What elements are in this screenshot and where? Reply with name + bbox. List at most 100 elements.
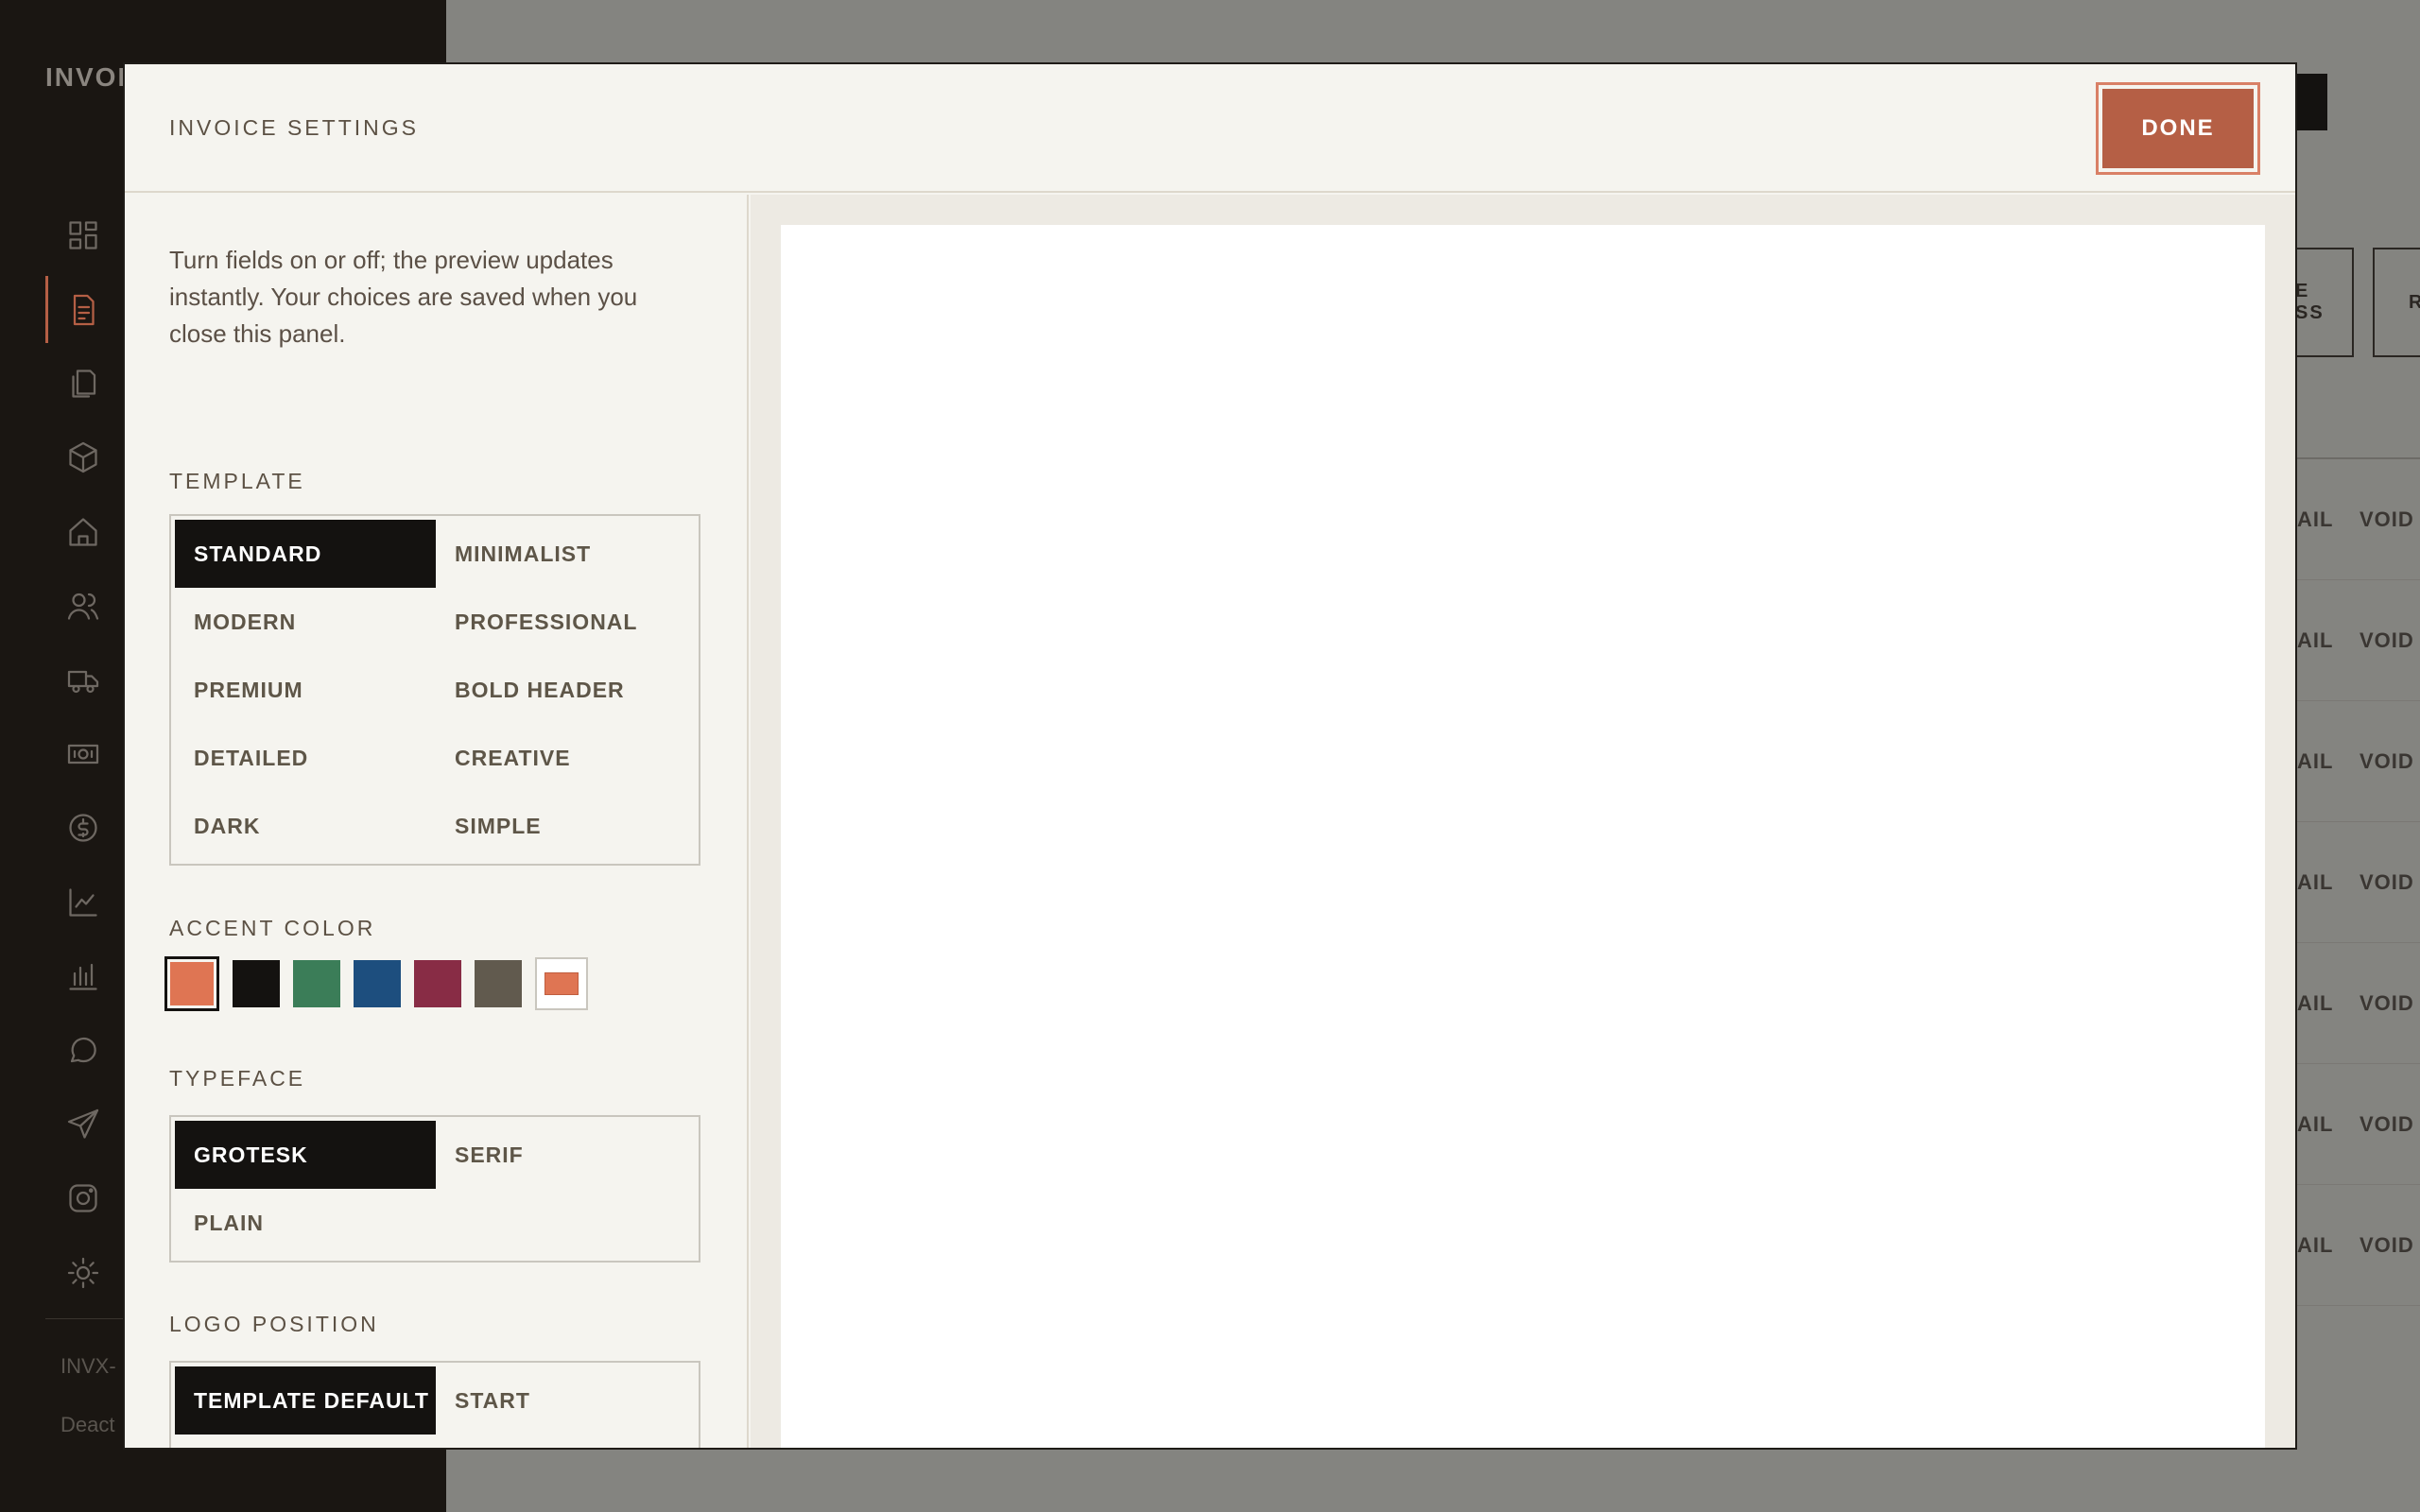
dashboard-icon <box>69 221 97 249</box>
sidebar-item-users[interactable] <box>45 569 121 643</box>
table-row: AIL VOID <box>2297 822 2420 943</box>
template-option-detailed[interactable]: DETAILED <box>175 724 436 792</box>
accent-swatch[interactable] <box>354 960 401 1007</box>
accent-color-swatches <box>164 956 588 1011</box>
accent-swatch[interactable] <box>233 960 280 1007</box>
sidebar-item-invoice[interactable] <box>45 272 121 346</box>
home-icon <box>69 518 97 546</box>
template-option-creative[interactable]: CREATIVE <box>436 724 697 792</box>
void-action[interactable]: VOID <box>2360 1112 2414 1137</box>
deactivate-link[interactable]: Deact <box>60 1413 114 1437</box>
email-action[interactable]: AIL <box>2297 749 2337 774</box>
modal-header: INVOICE SETTINGS DONE <box>125 64 2295 193</box>
settings-panel: Turn fields on or off; the preview updat… <box>125 195 749 1448</box>
void-action[interactable]: VOID <box>2360 749 2414 774</box>
accent-color-label: ACCENT COLOR <box>169 916 376 940</box>
template-option-simple[interactable]: SIMPLE <box>436 792 697 860</box>
template-option-standard[interactable]: STANDARD <box>175 520 436 588</box>
table-row: AIL VOID <box>2297 1185 2420 1306</box>
toolbar-button-label: SS <box>2295 302 2325 323</box>
sidebar-item-chat[interactable] <box>45 1013 121 1087</box>
email-action[interactable]: AIL <box>2297 1112 2337 1137</box>
email-action[interactable]: AIL <box>2297 507 2337 532</box>
preview-area <box>751 195 2295 1448</box>
sidebar-nav <box>45 198 121 1310</box>
intro-text: Turn fields on or off; the preview updat… <box>169 246 638 348</box>
typeface-options: GROTESK SERIF PLAIN <box>169 1115 700 1263</box>
template-option-minimalist[interactable]: MINIMALIST <box>436 520 697 588</box>
sidebar-item-settings[interactable] <box>45 1235 121 1309</box>
toolbar-button[interactable]: E SS <box>2288 248 2354 357</box>
chat-icon <box>70 1038 96 1063</box>
table-row: AIL VOID <box>2297 459 2420 580</box>
sidebar-item-coin[interactable] <box>45 791 121 865</box>
sidebar-item-instagram[interactable] <box>45 1161 121 1235</box>
template-option-premium[interactable]: PREMIUM <box>175 656 436 724</box>
table-row: AIL VOID <box>2297 943 2420 1064</box>
table-row: AIL VOID <box>2297 701 2420 822</box>
void-action[interactable]: VOID <box>2360 628 2414 653</box>
invoice-preview <box>781 225 2265 1448</box>
send-icon <box>67 1108 99 1139</box>
template-option-professional[interactable]: PROFESSIONAL <box>436 588 697 656</box>
sidebar-item-dashboard[interactable] <box>45 198 121 272</box>
typeface-option-plain[interactable]: PLAIN <box>175 1189 436 1257</box>
template-option-bold-header[interactable]: BOLD HEADER <box>436 656 697 724</box>
toolbar-button-label: E <box>2295 281 2310 301</box>
template-options: STANDARD MINIMALIST MODERN PROFESSIONAL PREM… <box>169 514 700 866</box>
logo-position-option-start[interactable]: START <box>436 1366 697 1435</box>
accent-swatch[interactable] <box>414 960 461 1007</box>
typeface-label: TYPEFACE <box>169 1066 306 1091</box>
logo-position-option-center[interactable]: CENTER <box>175 1435 436 1448</box>
logo-position-option-template-default[interactable]: TEMPLATE DEFAULT <box>175 1366 436 1435</box>
sidebar-item-documents[interactable] <box>45 347 121 421</box>
accent-swatch[interactable] <box>475 960 522 1007</box>
line-chart-icon <box>69 888 97 917</box>
template-option-modern[interactable]: MODERN <box>175 588 436 656</box>
sidebar-item-home[interactable] <box>45 495 121 569</box>
cash-icon <box>67 744 99 765</box>
void-action[interactable]: VOID <box>2360 870 2414 895</box>
email-action[interactable]: AIL <box>2297 870 2337 895</box>
email-action[interactable]: AIL <box>2297 628 2337 653</box>
logo-position-options: TEMPLATE DEFAULTSTARTCENTEREND <box>169 1361 700 1448</box>
sidebar-item-truck[interactable] <box>45 643 121 716</box>
accent-swatch[interactable] <box>164 956 219 1011</box>
settings-icon <box>67 1257 99 1288</box>
table-row: AIL VOID <box>2297 1064 2420 1185</box>
toolbar-button[interactable]: R <box>2373 248 2420 357</box>
done-button[interactable]: DONE <box>2102 89 2254 168</box>
users-icon <box>67 593 99 620</box>
brand-logo: INVOI <box>45 62 128 92</box>
box-icon <box>69 442 97 473</box>
logo-position-option-end[interactable]: END <box>436 1435 697 1448</box>
template-option-dark[interactable]: DARK <box>175 792 436 860</box>
documents-icon <box>72 369 96 398</box>
account-code: INVX- <box>60 1354 116 1378</box>
coin-icon <box>69 814 97 842</box>
invoice-icon <box>73 294 95 325</box>
custom-color-picker[interactable] <box>535 957 588 1010</box>
truck-icon <box>67 670 99 693</box>
email-action[interactable]: AIL <box>2297 1233 2337 1258</box>
invoice-settings-modal: INVOICE SETTINGS DONE Turn fields on or … <box>123 62 2297 1450</box>
void-action[interactable]: VOID <box>2360 507 2414 532</box>
typeface-option-grotesk[interactable]: GROTESK <box>175 1121 436 1189</box>
sidebar-item-bar-chart[interactable] <box>45 939 121 1013</box>
typeface-option-serif[interactable]: SERIF <box>436 1121 697 1189</box>
void-action[interactable]: VOID <box>2360 1233 2414 1258</box>
logo-position-label: LOGO POSITION <box>169 1312 379 1336</box>
email-action[interactable]: AIL <box>2297 991 2337 1016</box>
void-action[interactable]: VOID <box>2360 991 2414 1016</box>
instagram-icon <box>69 1184 97 1212</box>
table-row: AIL VOID <box>2297 580 2420 701</box>
accent-swatch[interactable] <box>293 960 340 1007</box>
modal-title: INVOICE SETTINGS <box>169 115 419 140</box>
sidebar-item-send[interactable] <box>45 1088 121 1161</box>
toolbar-button-label: R <box>2409 291 2420 313</box>
template-label: TEMPLATE <box>169 469 305 493</box>
sidebar-item-line-chart[interactable] <box>45 866 121 939</box>
bar-chart-icon <box>69 963 97 990</box>
sidebar-item-box[interactable] <box>45 421 121 494</box>
sidebar-item-cash[interactable] <box>45 717 121 791</box>
